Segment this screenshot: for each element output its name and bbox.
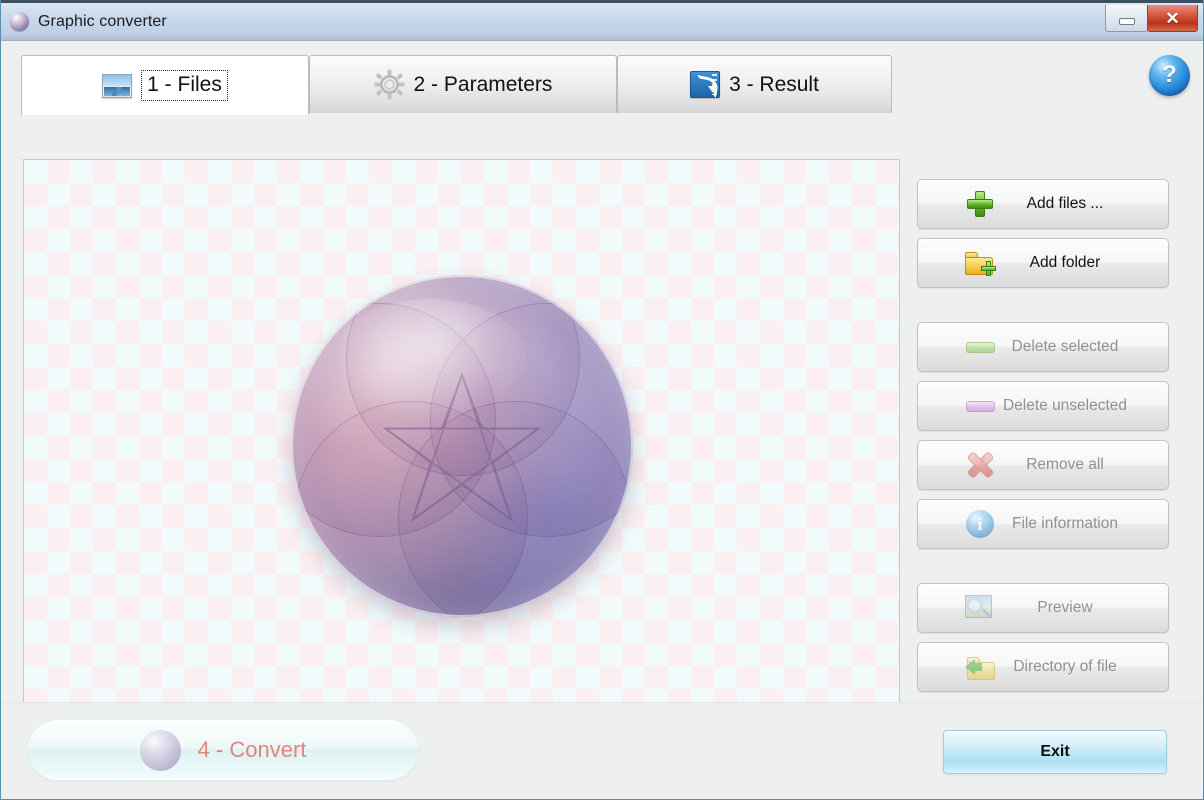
app-window: Graphic converter ✕ 1 - Files 2 - Parame… [0,0,1204,800]
directory-of-file-label: Directory of file [1013,658,1117,675]
help-label: ? [1162,60,1177,88]
remove-all-label: Remove all [1026,456,1104,473]
minimize-button[interactable] [1105,5,1148,32]
action-buttons-panel: Add files ... Add folder Delete selected… [917,179,1169,701]
photo-icon [102,73,133,98]
file-list-panel[interactable] [23,159,900,733]
delete-unselected-button[interactable]: Delete unselected [917,381,1169,431]
tab-result[interactable]: 3 - Result [617,55,892,113]
convert-button[interactable]: 4 - Convert [27,719,419,781]
add-folder-button[interactable]: Add folder [917,238,1169,288]
red-x-icon [964,449,996,481]
magnifier-image-icon [964,592,996,624]
button-group-divider [917,297,1169,322]
footer-bar: 4 - Convert Exit [1,702,1203,799]
help-icon[interactable]: ? [1149,55,1190,96]
gear-icon [374,69,405,100]
green-plus-icon [964,188,996,220]
exit-label: Exit [1040,743,1070,760]
preview-button[interactable]: Preview [917,583,1169,633]
preview-label: Preview [1037,599,1093,616]
info-icon: i [964,508,996,540]
window-controls: ✕ [1105,5,1198,37]
button-group-divider-2 [917,558,1169,583]
app-orb-icon [10,12,29,31]
tab-files-focus-ring: 1 - Files [141,70,228,101]
client-area: 1 - Files 2 - Parameters 3 - Result ? Ad… [1,41,1203,799]
delete-selected-button[interactable]: Delete selected [917,322,1169,372]
add-folder-label: Add folder [1029,254,1101,271]
result-icon [690,71,721,99]
delete-unselected-label: Delete unselected [1002,397,1128,414]
delete-selected-label: Delete selected [1011,338,1119,355]
window-title: Graphic converter [38,12,167,30]
purple-bar-icon [964,390,996,422]
file-information-button[interactable]: i File information [917,499,1169,549]
file-information-label: File information [1012,515,1118,532]
sphere-star-thumbnail [290,275,633,617]
remove-all-button[interactable]: Remove all [917,440,1169,490]
close-button[interactable]: ✕ [1147,5,1198,32]
convert-label: 4 - Convert [197,737,307,762]
minimize-icon [1118,17,1135,25]
add-files-label: Add files ... [1026,195,1104,212]
folder-plus-icon [964,247,996,279]
tab-parameters-label: 2 - Parameters [413,72,553,96]
exit-button[interactable]: Exit [943,730,1167,774]
close-icon: ✕ [1165,8,1180,28]
folder-arrow-icon [964,651,996,683]
tab-files[interactable]: 1 - Files [21,55,309,115]
directory-of-file-button[interactable]: Directory of file [917,642,1169,692]
add-files-button[interactable]: Add files ... [917,179,1169,229]
title-bar: Graphic converter ✕ [1,0,1203,41]
tab-files-label: 1 - Files [147,73,222,96]
tab-strip: 1 - Files 2 - Parameters 3 - Result [21,55,892,115]
tab-parameters[interactable]: 2 - Parameters [309,55,617,113]
green-bar-icon [964,331,996,363]
sphere-icon [139,729,181,771]
tab-result-label: 3 - Result [729,72,819,96]
